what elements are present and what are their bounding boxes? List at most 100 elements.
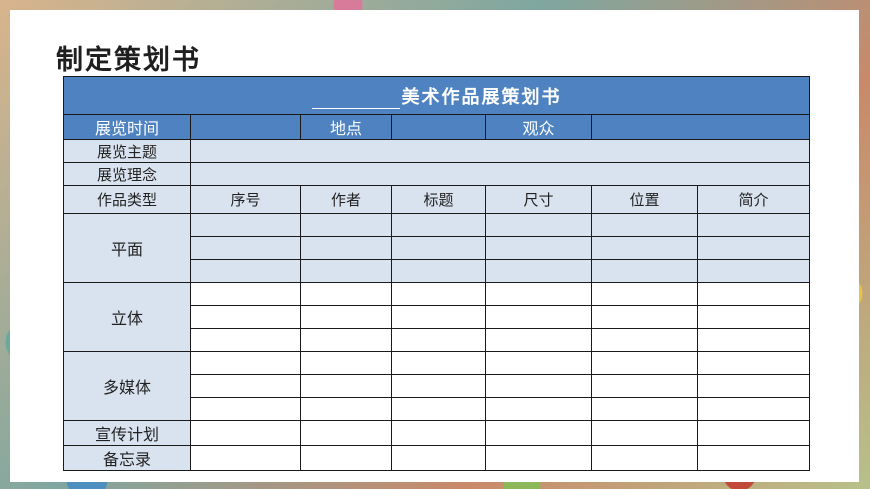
table-cell[interactable] (591, 282, 698, 306)
exhibition-time-label: 展览时间 (63, 114, 191, 140)
table-cell[interactable] (300, 328, 392, 352)
table-cell[interactable] (696, 236, 811, 260)
table-cell[interactable] (190, 374, 301, 398)
table-cell[interactable] (485, 259, 592, 283)
table-cell[interactable] (696, 397, 811, 421)
table-cell[interactable] (591, 305, 698, 329)
table-row: 平面 (63, 213, 811, 283)
table-cell[interactable] (190, 282, 301, 306)
memo-row: 备忘录 (63, 445, 811, 471)
table-cell[interactable] (190, 305, 301, 329)
table-cell[interactable] (391, 445, 486, 471)
table-cell[interactable] (391, 236, 486, 260)
column-header: 尺寸 (485, 185, 592, 214)
category-label-multimedia: 多媒体 (63, 351, 191, 421)
table-cell[interactable] (300, 305, 392, 329)
concept-field[interactable] (189, 162, 811, 186)
column-header: 简介 (696, 185, 811, 214)
table-cell[interactable] (485, 213, 592, 237)
table-cell[interactable] (391, 305, 486, 329)
table-cell[interactable] (190, 351, 301, 375)
table-cell[interactable] (591, 213, 698, 237)
table-cell[interactable] (591, 328, 698, 352)
table-row: 多媒体 (63, 351, 811, 421)
table-cell[interactable] (391, 351, 486, 375)
table-cell[interactable] (300, 259, 392, 283)
table-row: 立体 (63, 282, 811, 352)
category-label-flat: 平面 (63, 213, 191, 283)
exhibition-time-field[interactable] (190, 114, 301, 140)
column-header: 作品类型 (63, 185, 191, 214)
table-cell[interactable] (591, 351, 698, 375)
table-cell[interactable] (591, 397, 698, 421)
table-cell[interactable] (300, 374, 392, 398)
table-cell[interactable] (485, 445, 592, 471)
table-cell[interactable] (300, 282, 392, 306)
table-cell[interactable] (485, 374, 592, 398)
table-cell[interactable] (391, 328, 486, 352)
title-blank-line[interactable] (311, 90, 400, 109)
table-cell[interactable] (300, 213, 392, 237)
table-cell[interactable] (696, 213, 811, 237)
table-cell[interactable] (591, 374, 698, 398)
table-cell[interactable] (485, 305, 592, 329)
table-cell[interactable] (591, 259, 698, 283)
table-cell[interactable] (391, 282, 486, 306)
table-cell[interactable] (190, 259, 301, 283)
table-cell[interactable] (300, 397, 392, 421)
audience-label: 观众 (485, 114, 592, 140)
table-cell[interactable] (485, 420, 592, 446)
column-header: 序号 (190, 185, 301, 214)
planning-table: 美术作品展策划书 展览时间 地点 观众 展览主题 展览理念 作品类型 序号 作者… (62, 76, 811, 471)
table-cell[interactable] (190, 328, 301, 352)
table-cell[interactable] (300, 420, 392, 446)
table-cell[interactable] (591, 420, 698, 446)
table-cell[interactable] (391, 213, 486, 237)
table-cell[interactable] (591, 445, 698, 471)
table-cell[interactable] (485, 328, 592, 352)
table-cell[interactable] (300, 236, 392, 260)
table-cell[interactable] (190, 236, 301, 260)
table-title: 美术作品展策划书 (401, 86, 562, 108)
table-cell[interactable] (190, 420, 301, 446)
table-title-cell: 美术作品展策划书 (62, 76, 811, 115)
table-cell[interactable] (391, 374, 486, 398)
theme-row: 展览主题 (63, 139, 811, 163)
memo-label: 备忘录 (63, 445, 191, 471)
table-cell[interactable] (696, 351, 811, 375)
table-cell[interactable] (696, 259, 811, 283)
table-cell[interactable] (591, 236, 698, 260)
table-cell[interactable] (391, 259, 486, 283)
concept-label: 展览理念 (63, 162, 191, 186)
column-header: 标题 (391, 185, 486, 214)
table-cell[interactable] (696, 445, 811, 471)
table-cell[interactable] (485, 236, 592, 260)
table-cell[interactable] (485, 351, 592, 375)
table-cell[interactable] (696, 305, 811, 329)
table-cell[interactable] (391, 397, 486, 421)
place-field[interactable] (391, 114, 486, 140)
table-cell[interactable] (696, 420, 811, 446)
place-label: 地点 (300, 114, 392, 140)
audience-field[interactable] (590, 114, 811, 140)
table-cell[interactable] (696, 374, 811, 398)
theme-field[interactable] (189, 139, 811, 163)
table-cell[interactable] (300, 445, 392, 471)
slide: 制定策划书 美术作品展策划书 展览时间 地点 观众 展览主题 展览理念 作品类型… (10, 10, 859, 482)
table-cell[interactable] (190, 445, 301, 471)
table-cell[interactable] (391, 420, 486, 446)
publicity-row: 宣传计划 (63, 420, 811, 446)
info-row: 展览时间 地点 观众 (63, 114, 811, 140)
table-cell[interactable] (300, 351, 392, 375)
table-cell[interactable] (190, 397, 301, 421)
column-header: 位置 (591, 185, 698, 214)
table-cell[interactable] (485, 282, 592, 306)
table-cell[interactable] (696, 282, 811, 306)
table-cell[interactable] (696, 328, 811, 352)
page-title: 制定策划书 (56, 45, 201, 76)
table-cell[interactable] (190, 213, 301, 237)
category-label-3d: 立体 (63, 282, 191, 352)
publicity-label: 宣传计划 (63, 420, 191, 446)
table-cell[interactable] (485, 397, 592, 421)
table-title-row: 美术作品展策划书 (62, 76, 811, 115)
